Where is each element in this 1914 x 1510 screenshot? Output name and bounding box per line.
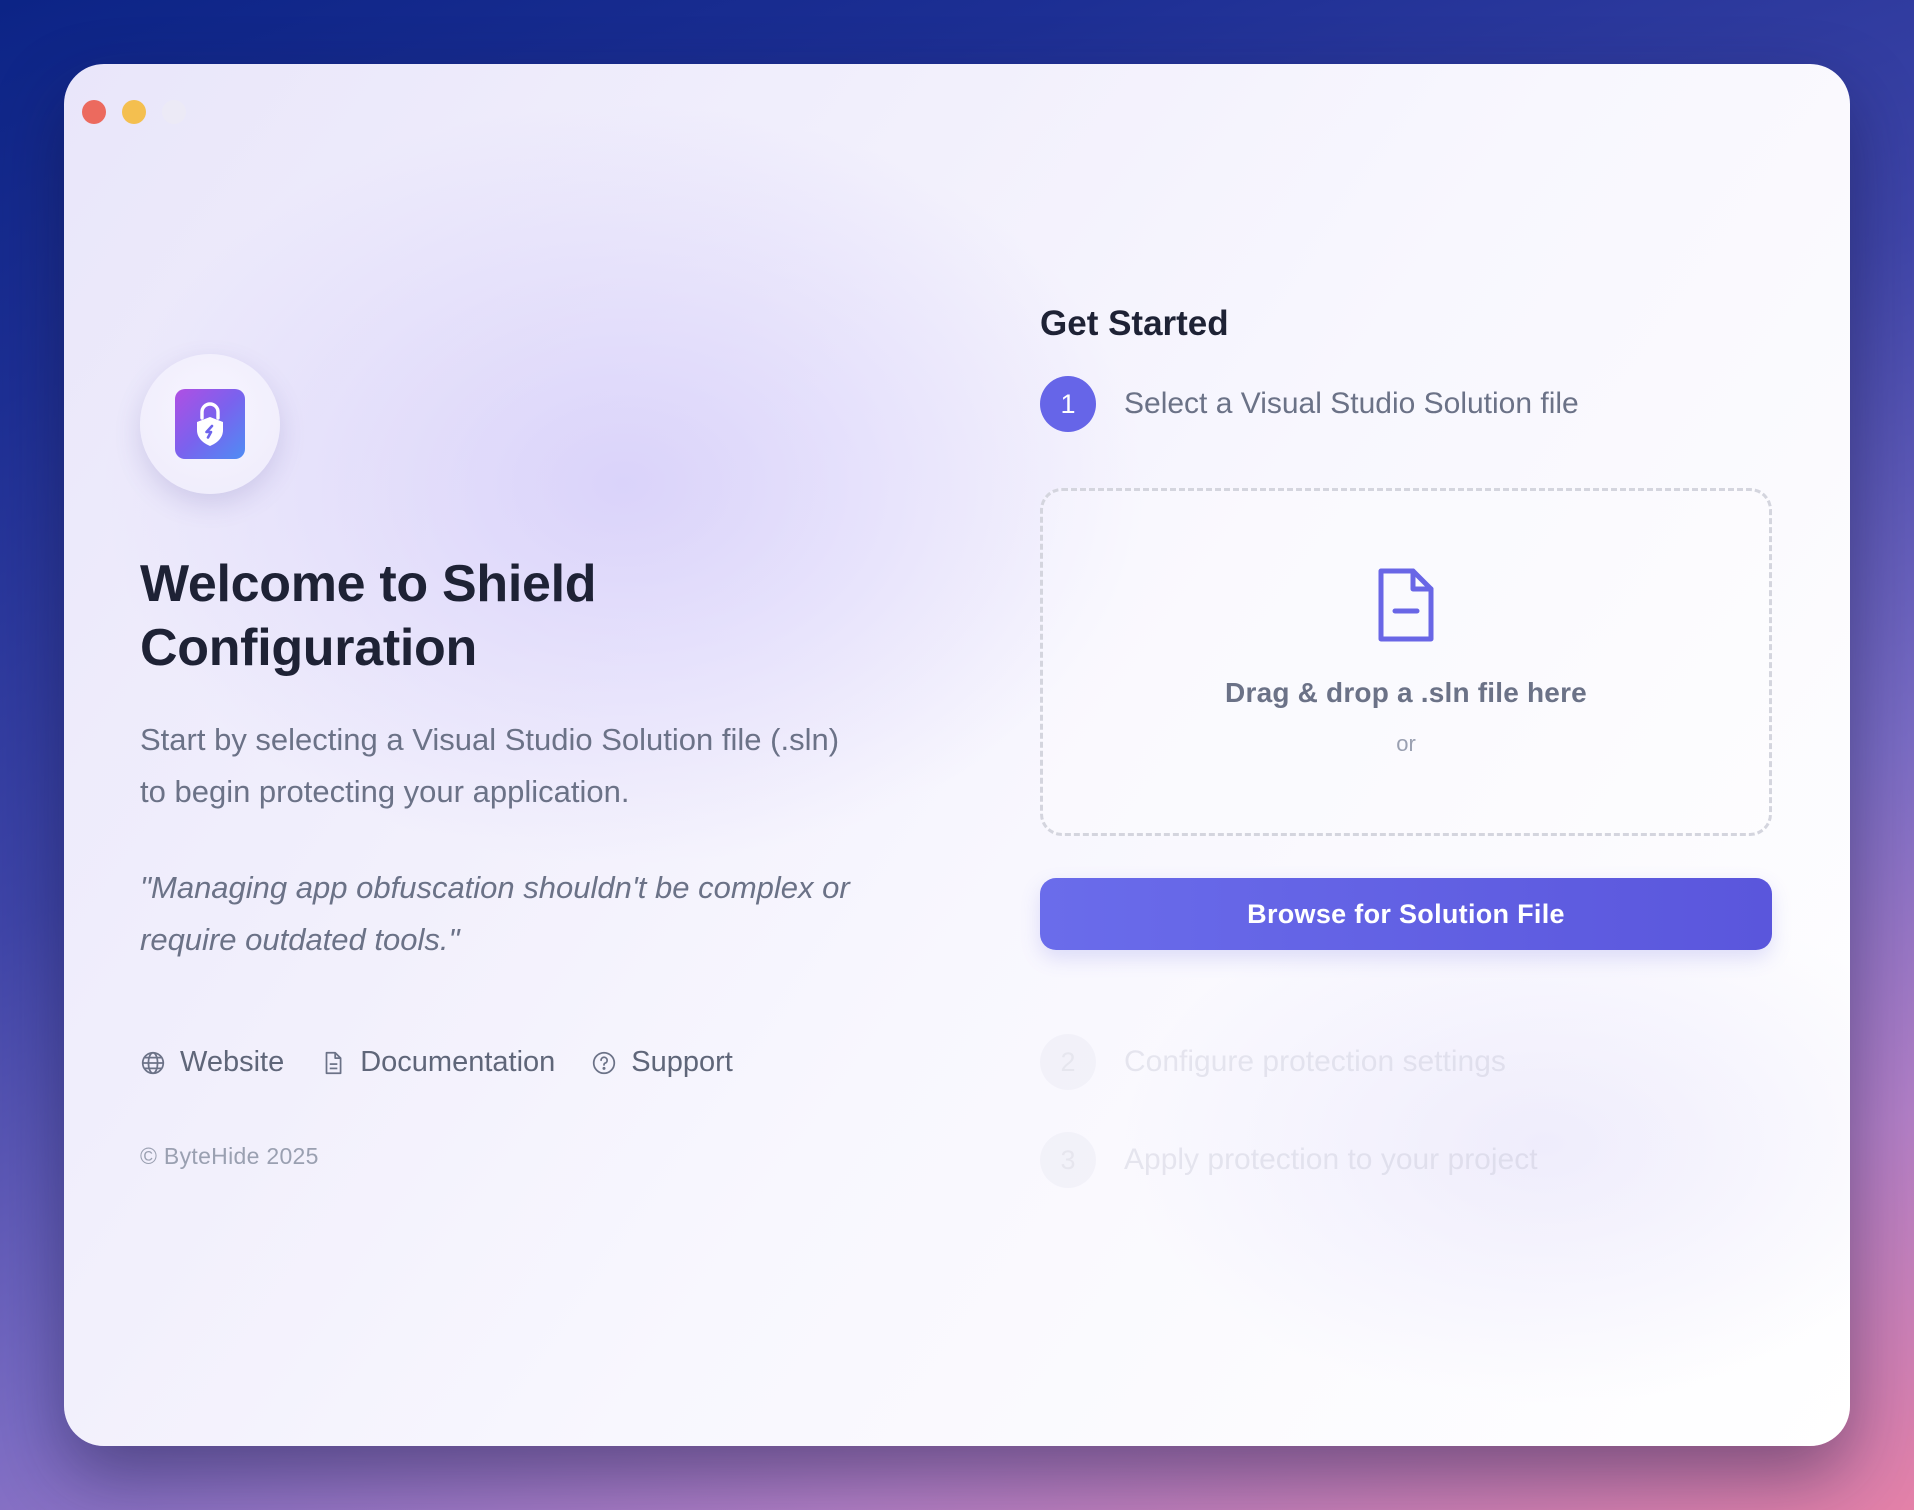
dropzone-or: or xyxy=(1396,731,1416,756)
welcome-quote: "Managing app obfuscation shouldn't be c… xyxy=(140,870,850,957)
file-icon xyxy=(1378,568,1434,642)
get-started-title: Get Started xyxy=(1040,304,1229,343)
app-logo xyxy=(140,354,280,494)
get-started-panel: Get Started 1 Select a Visual Studio Sol… xyxy=(1040,304,1772,1188)
website-link-label: Website xyxy=(180,1046,285,1078)
maximize-window-button[interactable] xyxy=(162,100,186,124)
welcome-panel: Welcome to Shield Configuration Start by… xyxy=(140,354,940,1170)
help-circle-icon xyxy=(593,1051,616,1074)
browse-solution-button[interactable]: Browse for Solution File xyxy=(1040,878,1772,950)
documentation-link[interactable]: Documentation xyxy=(320,1046,555,1079)
website-link[interactable]: Website xyxy=(140,1046,284,1079)
document-icon xyxy=(325,1051,342,1074)
documentation-link-label: Documentation xyxy=(360,1046,556,1078)
dropzone-text: Drag & drop a .sln file here xyxy=(1225,677,1587,708)
close-window-button[interactable] xyxy=(82,100,106,124)
step-number: 1 xyxy=(1040,376,1096,432)
welcome-title: Welcome to Shield Configuration xyxy=(140,555,597,677)
step-label: Apply protection to your project xyxy=(1124,1143,1538,1176)
step-label: Configure protection settings xyxy=(1124,1045,1506,1078)
step-label: Select a Visual Studio Solution file xyxy=(1124,387,1579,420)
step-number: 2 xyxy=(1040,1034,1096,1090)
step-1: 1 Select a Visual Studio Solution file xyxy=(1040,376,1772,432)
file-dropzone[interactable]: Drag & drop a .sln file here or xyxy=(1040,488,1772,836)
footer-links: Website Documentation Support xyxy=(140,1046,940,1079)
shield-lock-icon xyxy=(175,389,245,459)
copyright-text: © ByteHide 2025 xyxy=(140,1143,319,1169)
app-window: Welcome to Shield Configuration Start by… xyxy=(64,64,1850,1446)
step-number: 3 xyxy=(1040,1132,1096,1188)
welcome-subtitle: Start by selecting a Visual Studio Solut… xyxy=(140,722,840,809)
support-link-label: Support xyxy=(631,1046,733,1078)
step-3: 3 Apply protection to your project xyxy=(1040,1132,1772,1188)
support-link[interactable]: Support xyxy=(591,1046,733,1079)
globe-icon xyxy=(141,1051,165,1074)
minimize-window-button[interactable] xyxy=(122,100,146,124)
step-2: 2 Configure protection settings xyxy=(1040,1034,1772,1090)
window-controls xyxy=(82,100,186,124)
